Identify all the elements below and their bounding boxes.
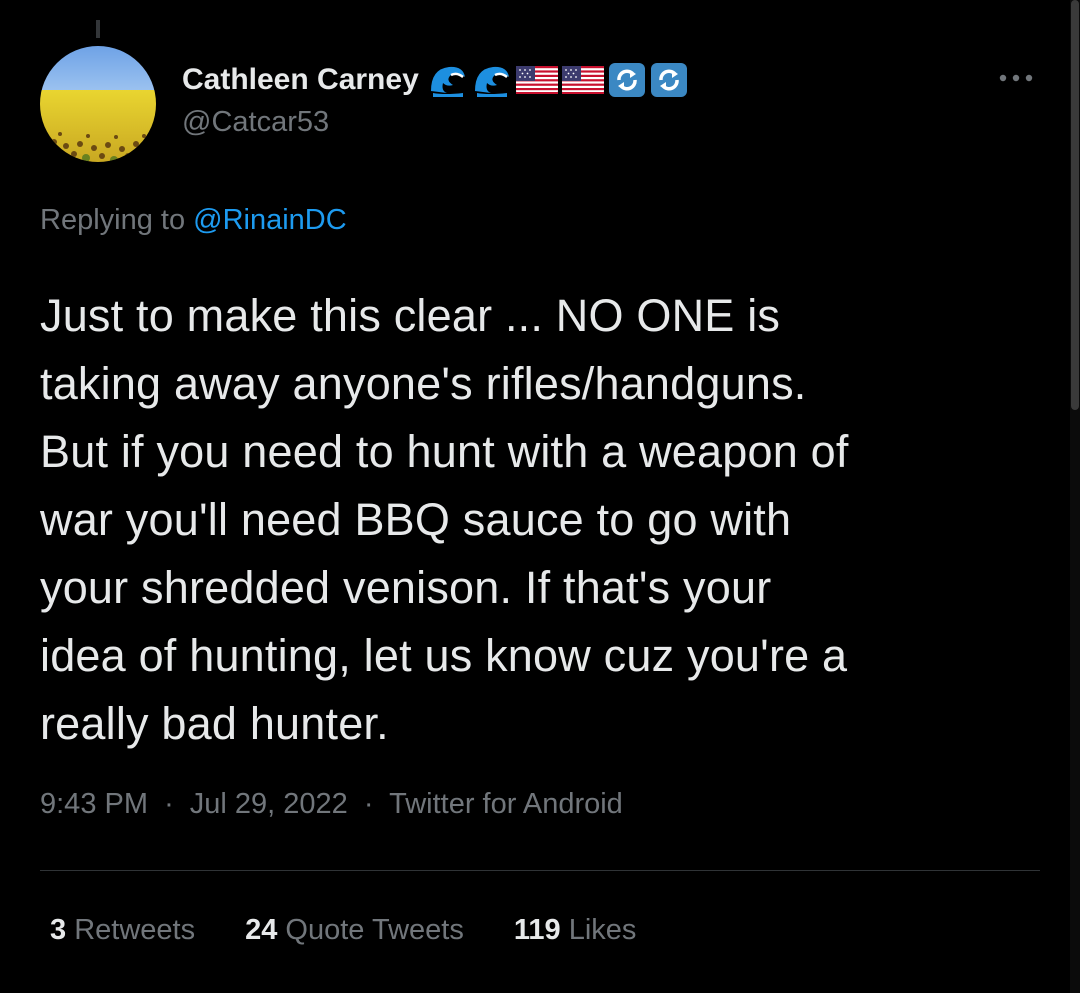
- more-icon: [998, 70, 1034, 88]
- arrows-cycle-emoji-icon: [649, 61, 689, 99]
- more-options-button[interactable]: [996, 64, 1036, 94]
- likes-stat[interactable]: 119 Likes: [514, 914, 637, 947]
- tweet-source-link[interactable]: Twitter for Android: [389, 788, 623, 820]
- meta-separator: ·: [363, 788, 374, 820]
- tweet-text-line: Just to make this clear ... NO ONE is: [40, 290, 781, 341]
- thread-connector-line: [96, 20, 100, 38]
- tweet-header: Cathleen Carney @Catcar53: [182, 58, 1040, 154]
- quote-tweets-count: 24: [245, 914, 278, 946]
- meta-separator: ·: [164, 788, 174, 820]
- display-name[interactable]: Cathleen Carney: [182, 63, 419, 97]
- retweets-label: Retweets: [74, 914, 196, 946]
- avatar[interactable]: [40, 46, 156, 162]
- tweet-text-line: really bad hunter.: [40, 698, 389, 749]
- tweet-text-line: war you'll need BBQ sauce to go with: [40, 494, 792, 545]
- tweet-date[interactable]: Jul 29, 2022: [190, 788, 348, 820]
- tweet-text-line: idea of hunting, let us know cuz you're …: [40, 630, 848, 681]
- retweets-stat[interactable]: 3 Retweets: [50, 914, 195, 947]
- user-handle[interactable]: @Catcar53: [182, 106, 1040, 139]
- tweet-text-line: But if you need to hunt with a weapon of: [40, 426, 849, 477]
- wave-emoji-icon: [471, 61, 513, 99]
- tweet-text-line: taking away anyone's rifles/handguns.: [40, 358, 807, 409]
- replying-to: Replying to @RinainDC: [40, 204, 347, 237]
- replying-prefix: Replying to: [40, 204, 186, 236]
- likes-count: 119: [513, 914, 561, 946]
- tweet-time[interactable]: 9:43 PM: [40, 788, 148, 820]
- likes-label: Likes: [568, 914, 637, 946]
- name-emojis: [427, 61, 689, 99]
- divider: [40, 870, 1040, 871]
- wave-emoji-icon: [427, 61, 469, 99]
- quote-tweets-stat[interactable]: 24 Quote Tweets: [245, 914, 464, 947]
- quote-tweets-label: Quote Tweets: [285, 914, 464, 946]
- replying-mention-link[interactable]: @RinainDC: [193, 204, 347, 236]
- arrows-cycle-emoji-icon: [607, 61, 647, 99]
- scrollbar-thumb[interactable]: [1071, 0, 1079, 410]
- tweet-text-line: your shredded venison. If that's your: [40, 562, 772, 613]
- tweet-stats: 3 Retweets 24 Quote Tweets 119 Likes: [50, 914, 636, 947]
- name-row: Cathleen Carney: [182, 58, 1040, 102]
- scrollbar-track[interactable]: [1070, 0, 1080, 993]
- retweets-count: 3: [50, 914, 67, 946]
- tweet-meta: 9:43 PM · Jul 29, 2022 · Twitter for And…: [40, 788, 623, 821]
- us-flag-emoji-icon: [515, 64, 559, 96]
- tweet-text: Just to make this clear ... NO ONE is ta…: [40, 282, 1050, 758]
- us-flag-emoji-icon: [561, 64, 605, 96]
